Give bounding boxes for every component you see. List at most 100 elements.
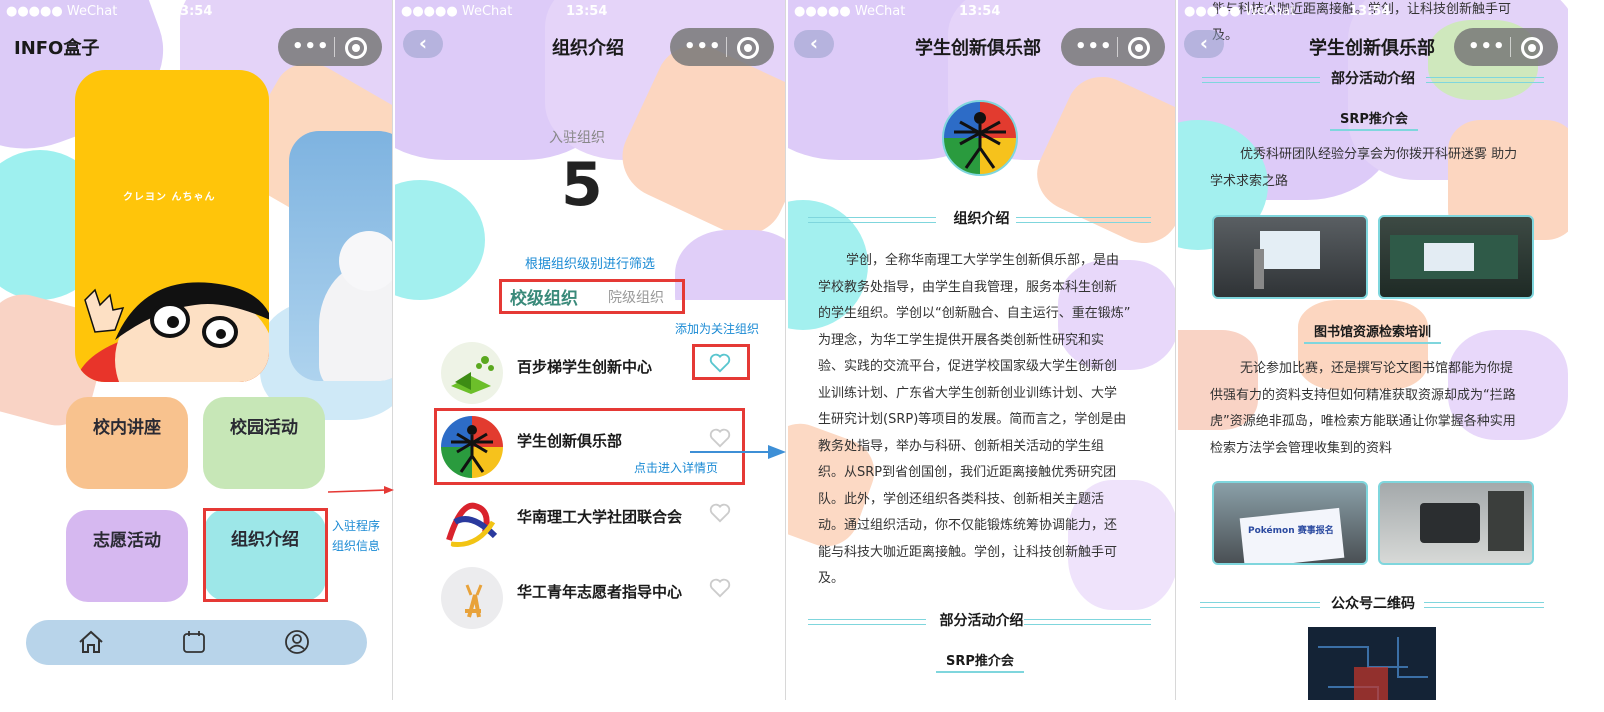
close-target-icon[interactable] <box>345 37 367 59</box>
annotation-arrow <box>690 445 786 459</box>
filter-hint: 根据组织级别进行筛选 <box>525 257 656 272</box>
intro-line: 为理念，为华工学生提供开展各类创新性研究和实 <box>818 332 1105 348</box>
profile-icon[interactable] <box>284 629 310 655</box>
status-bar: ●●●●● WeChat 13:54 <box>1184 2 1544 22</box>
heart-icon[interactable] <box>709 503 731 523</box>
screen-org-list: ●●●●● WeChat 13:54 ‹ 组织介绍 ••• 入驻组织 5 根据组… <box>395 0 786 700</box>
intro-line: 生研究计划(SRP)等项目的发展。简而言之，学创是由 <box>818 412 1127 427</box>
tab-bar <box>26 620 367 665</box>
intro-line: 织。从SRP到省创国创，我们近距离接触优秀研究团 <box>818 465 1117 480</box>
tab-school-level[interactable]: 校级组织 <box>510 284 578 309</box>
signal-indicator: ●●●●● WeChat <box>6 4 118 19</box>
page-title: 学生创新俱乐部 <box>915 38 1041 59</box>
tile-label: 志愿活动 <box>93 531 161 551</box>
org-logo <box>441 342 503 404</box>
intro-paragraph: 学创，全称华南理工大学学生创新俱乐部，是由 学校教务处指导，由学生自我管理，服务… <box>818 248 1153 593</box>
status-bar: ●●●●● WeChat 13:54 <box>6 2 366 22</box>
close-target-icon[interactable] <box>1521 37 1543 59</box>
intro-line: 业训练计划、广东省大学生创新创业训练计划、大学 <box>818 385 1118 401</box>
intro-line: 教务处指导，举办与科研、创新相关活动的学生组 <box>818 438 1105 454</box>
tile-label: 校园活动 <box>230 418 298 438</box>
org-name: 百步梯学生创新中心 <box>517 358 653 376</box>
org-logo <box>441 416 503 478</box>
back-button[interactable]: ‹ <box>794 30 834 58</box>
status-bar: ●●●●● WeChat 13:54 <box>401 2 761 22</box>
intro-line: 及。 <box>818 571 845 586</box>
clock: 13:54 <box>171 4 213 19</box>
banner-card-next[interactable] <box>289 131 392 381</box>
tile-campus-activities[interactable]: 校园活动 <box>203 397 325 489</box>
qr-code <box>1308 627 1436 700</box>
tile-lectures[interactable]: 校内讲座 <box>66 397 188 489</box>
org-name: 华工青年志愿者指导中心 <box>517 583 683 601</box>
tile-volunteer[interactable]: 志愿活动 <box>66 510 188 602</box>
calendar-icon[interactable] <box>182 630 206 654</box>
section-title: 部分活动介绍 <box>939 613 1024 629</box>
back-button[interactable]: ‹ <box>403 30 443 58</box>
more-icon[interactable]: ••• <box>1075 36 1113 57</box>
org-count: 5 <box>561 150 603 220</box>
mini-program-capsule[interactable]: ••• <box>670 28 774 66</box>
org-logo <box>441 567 503 629</box>
intro-line: 动。通过组织活动，你不仅能锻炼统筹协调能力，还 <box>818 518 1118 533</box>
org-row[interactable]: 华工青年志愿者指导中心 <box>435 567 755 637</box>
intro-line: 队。此外，学创还组织各类科技、创新相关主题活 <box>818 491 1105 507</box>
activity-desc-line: 无论参加比赛，还是撰写论文图书馆都能为你提 <box>1240 361 1514 376</box>
back-button[interactable]: ‹ <box>1184 30 1224 58</box>
section-header-activities: 部分活动介绍 <box>788 610 1175 630</box>
activity-desc: 无论参加比赛，还是撰写论文图书馆都能为你提 供强有力的资料支持但如何精准获取资源… <box>1210 356 1560 462</box>
screen-org-detail: ●●●●● WeChat 13:54 ‹ 学生创新俱乐部 ••• 组织介绍 学创… <box>788 0 1176 700</box>
page-title: 组织介绍 <box>552 38 624 59</box>
heart-icon[interactable] <box>709 578 731 598</box>
activity-photo[interactable]: Pokémon 赛事报名 <box>1212 481 1368 565</box>
clock: 13:54 <box>959 4 1001 19</box>
banner-card[interactable]: クレヨン んちゃん <box>75 70 269 382</box>
intro-line: 验、实践的交流平台，促进学校国家级大学生创新创 <box>818 359 1118 374</box>
activity-photo[interactable] <box>1212 215 1368 299</box>
activity-title: SRP推介会 <box>936 650 1024 673</box>
activity-photo[interactable] <box>1378 215 1534 299</box>
screen-org-detail-scrolled: 能与科技大咖近距离接触。学创，让科技创新触手可 及。 ●●●●● WeChat … <box>1178 0 1568 700</box>
more-icon[interactable]: ••• <box>1468 36 1506 57</box>
cloud-shape <box>339 231 392 291</box>
cartoon-illustration <box>75 282 269 382</box>
intro-line: 能与科技大咖近距离接触。学创，让科技创新触手可 <box>818 544 1118 560</box>
activity-desc-line: 检索方法学会管理收集到的资料 <box>1210 440 1393 456</box>
tile-label: 校内讲座 <box>93 418 161 438</box>
org-name: 学生创新俱乐部 <box>517 432 623 450</box>
tab-college-level[interactable]: 院级组织 <box>608 287 664 307</box>
close-target-icon[interactable] <box>1128 37 1150 59</box>
close-target-icon[interactable] <box>737 37 759 59</box>
activity-title: SRP推介会 <box>1330 108 1418 131</box>
signal-indicator: ●●●●● WeChat <box>401 4 513 19</box>
activity-desc-line: 优秀科研团队经验分享会为你拨开科研迷雾 助力 <box>1240 147 1518 162</box>
more-icon[interactable]: ••• <box>684 36 722 57</box>
screen-home: ●●●●● WeChat 13:54 INFO盒子 ••• クレヨン んちゃん … <box>0 0 393 700</box>
signal-indicator: ●●●●● WeChat <box>794 4 906 19</box>
org-logo <box>441 492 503 554</box>
section-header-activities: 部分活动介绍 <box>1178 68 1568 88</box>
activity-photo[interactable] <box>1378 481 1534 565</box>
section-title: 部分活动介绍 <box>1331 71 1415 87</box>
heart-icon[interactable] <box>709 353 731 373</box>
section-title: 组织介绍 <box>953 211 1010 227</box>
more-icon[interactable]: ••• <box>292 36 330 57</box>
clock: 13:54 <box>1349 4 1391 19</box>
highlight-box <box>203 508 328 602</box>
home-icon[interactable] <box>78 630 104 654</box>
intro-line: 的学生组织。学创以“创新融合、自主运行、重在锻炼” <box>818 306 1131 321</box>
activity-title: 图书馆资源检索培训 <box>1304 321 1442 344</box>
org-row[interactable]: 华南理工大学社团联合会 <box>435 492 755 562</box>
activity-desc-line: 供强有力的资料支持但如何精准获取资源却成为“拦路 <box>1210 387 1516 403</box>
page-title: 学生创新俱乐部 <box>1309 38 1435 59</box>
section-header-intro: 组织介绍 <box>788 208 1175 228</box>
count-label: 入驻组织 <box>549 130 605 146</box>
intro-line: 学校教务处指导，由学生自我管理，服务本科生创新 <box>818 279 1118 295</box>
clock: 13:54 <box>566 4 608 19</box>
status-bar: ●●●●● WeChat 13:54 <box>794 2 1154 22</box>
mini-program-capsule[interactable]: ••• <box>1454 28 1558 66</box>
annotation-text: 入驻程序 组织信息 <box>332 516 392 556</box>
app-title: INFO盒子 <box>14 38 100 59</box>
mini-program-capsule[interactable]: ••• <box>1061 28 1165 66</box>
mini-program-capsule[interactable]: ••• <box>278 28 382 66</box>
